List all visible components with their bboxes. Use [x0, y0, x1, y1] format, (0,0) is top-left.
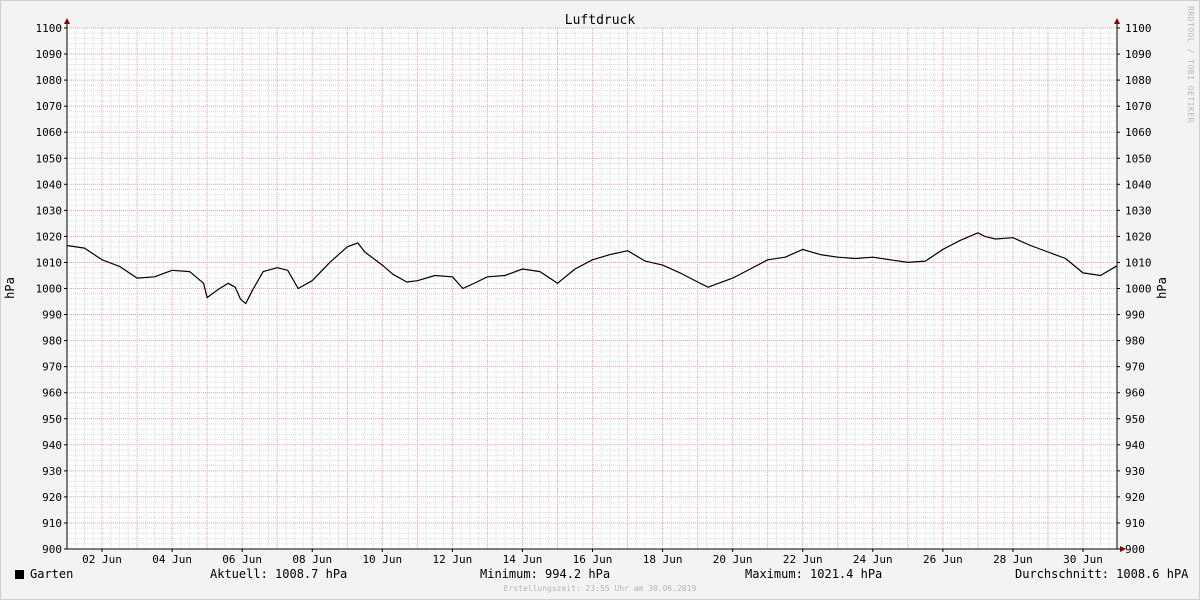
y-tick-label-left: 1040	[36, 178, 63, 191]
x-tick-label: 30 Jun	[1063, 553, 1103, 566]
legend-swatch-garten	[15, 570, 24, 579]
y-tick-label-right: 910	[1125, 517, 1145, 530]
x-tick-label: 24 Jun	[853, 553, 893, 566]
legend-series-name: Garten	[30, 567, 74, 581]
y-tick-label-right: 940	[1125, 439, 1145, 452]
x-tick-label: 14 Jun	[503, 553, 543, 566]
legend-average-value: Durchschnitt: 1008.6 hPA	[1015, 567, 1189, 581]
y-tick-label-right: 980	[1125, 335, 1145, 348]
y-tick-label-right: 970	[1125, 361, 1145, 374]
y-tick-label-right: 1050	[1125, 152, 1152, 165]
y-tick-label-left: 1060	[36, 126, 63, 139]
y-tick-label-left: 1000	[36, 283, 63, 296]
chart-title: Luftdruck	[565, 13, 636, 28]
y-tick-label-right: 930	[1125, 465, 1145, 478]
y-tick-label-right: 1030	[1125, 204, 1152, 217]
y-axis-arrow-right	[1114, 18, 1120, 24]
x-tick-label: 18 Jun	[643, 553, 683, 566]
footer-timestamp: Erstellungszeit: 23:55 Uhr am 30.06.2019	[503, 584, 697, 593]
y-tick-label-left: 1090	[36, 48, 63, 61]
x-tick-label: 16 Jun	[573, 553, 613, 566]
y-tick-label-left: 970	[42, 361, 62, 374]
y-tick-label-right: 900	[1125, 543, 1145, 556]
y-tick-label-right: 1000	[1125, 283, 1152, 296]
y-tick-label-left: 1100	[36, 22, 63, 35]
y-tick-label-left: 1070	[36, 100, 63, 113]
y-tick-label-right: 990	[1125, 309, 1145, 322]
x-tick-label: 20 Jun	[713, 553, 753, 566]
y-tick-label-left: 920	[42, 491, 62, 504]
y-tick-label-right: 1040	[1125, 178, 1152, 191]
x-tick-label: 12 Jun	[433, 553, 473, 566]
x-tick-label: 22 Jun	[783, 553, 823, 566]
y-tick-label-left: 1080	[36, 74, 63, 87]
x-tick-label: 02 Jun	[82, 553, 122, 566]
y-axis-label-left: hPa	[3, 277, 17, 299]
legend-minimum-value: Minimum: 994.2 hPa	[480, 567, 611, 581]
y-tick-label-right: 960	[1125, 387, 1145, 400]
x-tick-label: 10 Jun	[362, 553, 402, 566]
y-tick-label-left: 960	[42, 387, 62, 400]
y-tick-label-right: 920	[1125, 491, 1145, 504]
y-tick-label-left: 980	[42, 335, 62, 348]
x-tick-label: 26 Jun	[923, 553, 963, 566]
legend-maximum-value: Maximum: 1021.4 hPa	[745, 567, 883, 581]
x-tick-label: 04 Jun	[152, 553, 192, 566]
y-tick-label-right: 950	[1125, 413, 1145, 426]
y-axis-arrow-left	[64, 18, 70, 24]
y-tick-label-right: 1080	[1125, 74, 1152, 87]
y-tick-label-left: 1010	[36, 256, 63, 269]
y-tick-label-right: 1070	[1125, 100, 1152, 113]
y-axis-label-right: hPa	[1155, 277, 1169, 299]
y-tick-label-left: 1050	[36, 152, 63, 165]
y-tick-label-right: 1060	[1125, 126, 1152, 139]
pressure-chart: 900 900 910 910 920 920 930 930 940 940 950 950 960 9…	[3, 13, 1169, 566]
y-tick-label-left: 1030	[36, 204, 63, 217]
y-tick-label-left: 990	[42, 309, 62, 322]
y-tick-label-right: 1100	[1125, 22, 1152, 35]
y-tick-label-right: 1010	[1125, 256, 1152, 269]
watermark-text: RRDTOOL / TOBI OETIKER	[1186, 6, 1195, 123]
y-tick-label-left: 930	[42, 465, 62, 478]
y-tick-label-left: 950	[42, 413, 62, 426]
y-tick-label-left: 910	[42, 517, 62, 530]
y-tick-label-right: 1020	[1125, 230, 1152, 243]
y-tick-label-left: 1020	[36, 230, 63, 243]
x-tick-label: 06 Jun	[222, 553, 262, 566]
y-tick-label-left: 940	[42, 439, 62, 452]
x-tick-label: 08 Jun	[292, 553, 332, 566]
legend-current-value: Aktuell: 1008.7 hPa	[210, 567, 348, 581]
x-tick-label: 28 Jun	[993, 553, 1033, 566]
y-tick-label-left: 900	[42, 543, 62, 556]
y-tick-label-right: 1090	[1125, 48, 1152, 61]
